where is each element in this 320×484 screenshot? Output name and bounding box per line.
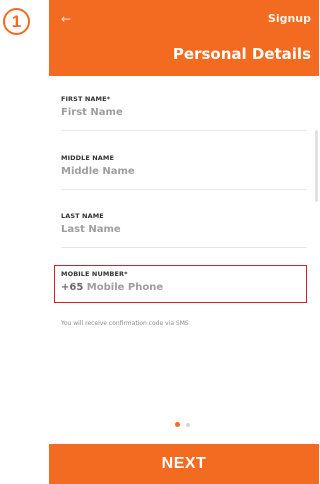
step-number-badge: 1 [3,8,30,35]
page-title: Personal Details [172,45,311,63]
phone-screen: ← Signup Personal Details FIRST NAME* Fi… [49,0,319,484]
first-name-input[interactable]: First Name [61,107,307,125]
last-name-input[interactable]: Last Name [61,224,307,242]
last-name-underline [61,247,307,248]
first-name-label: FIRST NAME* [61,95,111,103]
header-signup-label: Signup [267,12,311,25]
first-name-underline [61,130,307,131]
mobile-number-highlight-box [54,265,307,303]
scrollbar-thumb[interactable] [315,130,318,202]
next-button[interactable]: NEXT [49,444,319,484]
sms-confirmation-hint: You will receive confirmation code via S… [61,320,189,327]
page-dot-active [175,422,180,427]
page-dot-inactive [186,423,190,427]
page-indicator [173,422,197,428]
app-header: ← Signup Personal Details [49,0,319,76]
middle-name-label: MIDDLE NAME [61,154,115,162]
middle-name-input[interactable]: Middle Name [61,166,307,184]
step-number: 1 [11,11,22,31]
middle-name-underline [61,189,307,190]
last-name-label: LAST NAME [61,212,104,220]
arrow-left-icon[interactable]: ← [61,13,71,25]
